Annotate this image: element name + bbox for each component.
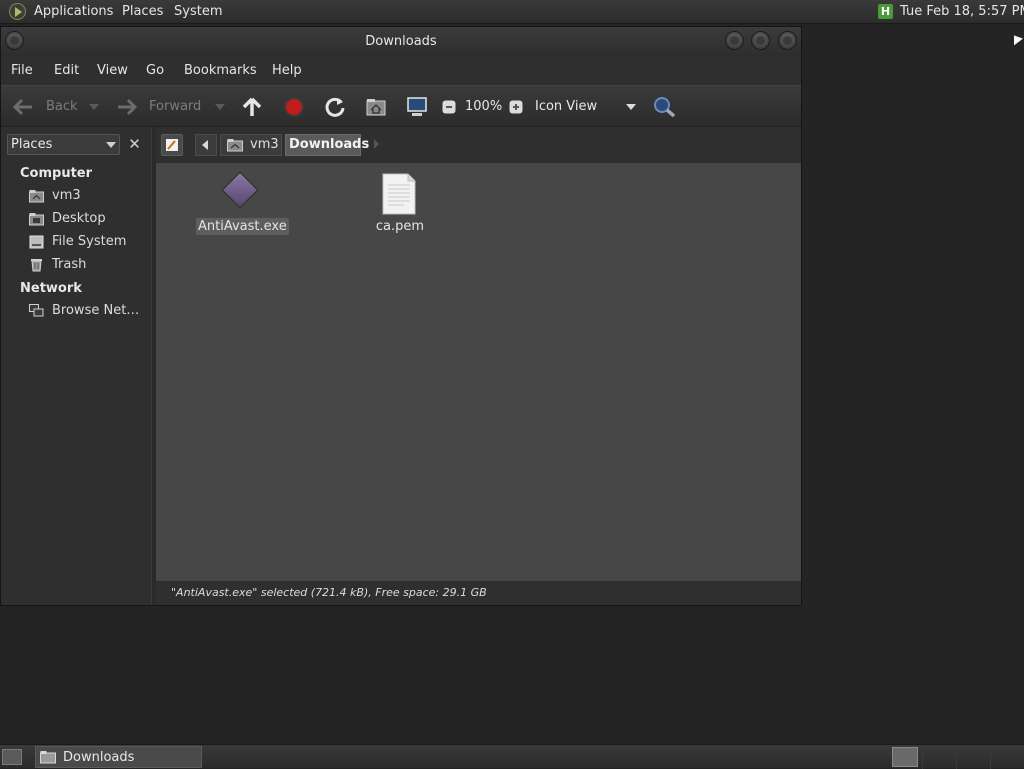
menu-go[interactable]: Go [146,63,164,78]
maximize-button[interactable] [751,31,770,50]
taskbar-item-label: Downloads [63,750,135,765]
chevron-down-icon [106,142,116,148]
top-panel: Applications Places System H Tue Feb 18,… [0,0,1024,24]
sidebar-item-desktop[interactable]: Desktop [29,210,147,230]
sidebar: Places ✕ Computer vm3 Desktop File Syste… [1,127,151,605]
menu-help[interactable]: Help [272,63,302,78]
reload-icon[interactable] [324,96,346,118]
view-mode-select[interactable]: Icon View [531,86,641,128]
update-notifier-icon[interactable]: H [878,4,893,19]
home-folder-icon[interactable] [365,96,387,118]
forward-history-dropdown[interactable] [215,104,225,110]
back-button[interactable]: Back [9,86,89,128]
zoom-in-icon[interactable] [509,100,523,114]
menu-places[interactable]: Places [122,4,163,19]
sidebar-item-vm3[interactable]: vm3 [29,187,147,207]
file-name: AntiAvast.exe [196,218,289,235]
back-arrow-icon [12,98,32,116]
sidebar-item-label: Browse Net… [52,303,140,318]
breadcrumb-label: vm3 [250,137,279,152]
sidebar-type-select[interactable]: Places [7,134,120,155]
sidebar-item-label: vm3 [52,188,81,203]
forward-label: Forward [149,99,202,114]
show-desktop-icon[interactable] [2,749,22,765]
clock[interactable]: Tue Feb 18, 5:57 PM [900,4,1024,19]
sidebar-item-file-system[interactable]: File System [29,233,147,253]
zoom-out-icon[interactable] [442,100,456,114]
menu-applications[interactable]: Applications [34,4,113,19]
breadcrumb-vm3[interactable]: vm3 [220,134,282,156]
file-item-ca-pem[interactable]: ca.pem [355,163,445,234]
up-arrow-icon[interactable] [241,96,263,118]
bottom-panel: Downloads [0,744,1024,769]
folder-icon [40,751,56,764]
home-folder-icon [227,139,243,152]
menu-bar: File Edit View Go Bookmarks Help [1,57,801,85]
workspace-3[interactable] [956,745,989,769]
taskbar-item-downloads[interactable]: Downloads [35,746,202,768]
toggle-location-entry-button[interactable] [161,134,183,156]
breadcrumb-scroll-left[interactable] [195,134,217,156]
menu-system[interactable]: System [174,4,222,19]
view-mode-label: Icon View [535,99,598,114]
toolbar: Back Forward 100% Icon View [1,85,801,127]
workspace-4[interactable] [990,745,1023,769]
location-bar: vm3 Downloads [156,127,801,163]
forward-arrow-icon [118,98,138,116]
text-file-icon [382,173,416,215]
sidebar-type-label: Places [11,137,53,152]
network-icon [29,304,44,317]
forward-button[interactable]: Forward [113,86,213,128]
close-button[interactable] [778,31,797,50]
file-name: ca.pem [375,219,425,234]
trash-icon [31,259,42,272]
breadcrumb-downloads[interactable]: Downloads [285,134,369,156]
window-title: Downloads [365,34,437,49]
sidebar-heading-computer: Computer [20,166,93,181]
sidebar-item-trash[interactable]: Trash [29,256,147,276]
sidebar-item-browse-network[interactable]: Browse Net… [29,302,147,322]
sidebar-heading-network: Network [20,281,82,296]
home-folder-icon [29,190,44,203]
executable-icon [221,171,259,209]
status-bar: "AntiAvast.exe" selected (721.4 kB), Fre… [156,581,801,605]
menu-file[interactable]: File [11,63,33,78]
apps-logo-icon[interactable] [9,3,26,20]
sidebar-item-label: Desktop [52,211,106,226]
breadcrumb-scroll-right[interactable] [374,139,379,149]
desktop-folder-icon [29,213,44,226]
sidebar-item-label: Trash [52,257,87,272]
back-label: Back [46,99,78,114]
file-manager-window: Downloads File Edit View Go Bookmarks He… [0,26,802,606]
icon-view[interactable]: AntiAvast.exe ca.pem [156,163,801,581]
sidebar-item-label: File System [52,234,127,249]
workspace-1[interactable] [892,747,918,767]
menu-edit[interactable]: Edit [54,63,79,78]
menu-bookmarks[interactable]: Bookmarks [184,63,257,78]
search-icon[interactable] [653,96,677,118]
back-history-dropdown[interactable] [89,104,99,110]
title-bar[interactable]: Downloads [1,27,801,57]
file-item-antiavast[interactable]: AntiAvast.exe [196,163,289,235]
workspace-2[interactable] [922,745,955,769]
harddisk-icon [29,235,44,249]
minimize-button[interactable] [725,31,744,50]
close-sidebar-icon[interactable]: ✕ [124,134,145,155]
chevron-down-icon [626,104,636,110]
breadcrumb-label: Downloads [289,137,370,152]
stop-icon[interactable] [283,96,305,118]
mouse-pointer-icon [1014,35,1023,49]
status-text: "AntiAvast.exe" selected (721.4 kB), Fre… [171,586,487,599]
computer-icon[interactable] [406,96,428,118]
menu-view[interactable]: View [97,63,128,78]
edit-icon [166,139,178,151]
zoom-level[interactable]: 100% [465,99,502,114]
